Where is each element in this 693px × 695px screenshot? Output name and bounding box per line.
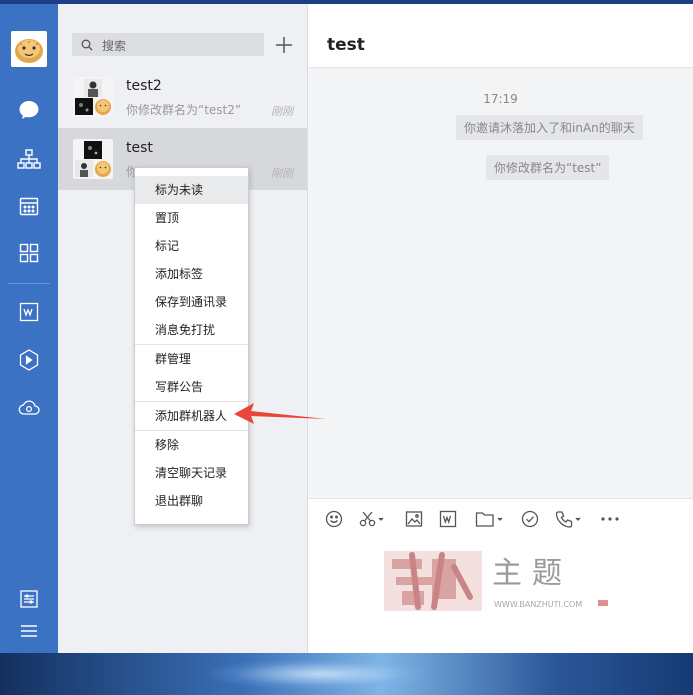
menu-item-mute[interactable]: 消息免打扰 bbox=[135, 316, 248, 344]
word-icon[interactable] bbox=[439, 509, 457, 529]
menu-item-group-manage[interactable]: 群管理 bbox=[135, 345, 248, 373]
cube-icon[interactable] bbox=[14, 345, 44, 375]
cloud-icon[interactable] bbox=[14, 393, 44, 423]
app-window: test2 你修改群名为“test2” 刚刚 test 你 刚刚 bbox=[0, 4, 693, 653]
menu-item-pin[interactable]: 置顶 bbox=[135, 204, 248, 232]
chat-header: test bbox=[308, 4, 693, 68]
apps-icon[interactable] bbox=[14, 238, 44, 268]
chat-panel: test 17:19 你邀请沐落加入了和inAn的聊天 你修改群名为“test” bbox=[308, 4, 693, 653]
desktop-wallpaper bbox=[0, 653, 693, 695]
user-avatar[interactable] bbox=[11, 31, 47, 67]
menu-item-group-notice[interactable]: 写群公告 bbox=[135, 373, 248, 401]
org-icon[interactable] bbox=[14, 144, 44, 174]
watermark-text: 主题 bbox=[492, 556, 572, 591]
folder-icon[interactable] bbox=[475, 509, 505, 529]
conversation-preview: 你修改群名为“test2” bbox=[126, 103, 242, 117]
phone-icon[interactable] bbox=[555, 509, 583, 529]
scissors-icon[interactable] bbox=[359, 509, 385, 529]
check-icon[interactable] bbox=[521, 509, 539, 529]
conversation-item[interactable]: test2 你修改群名为“test2” 刚刚 bbox=[58, 66, 307, 128]
conversation-name: test2 bbox=[126, 78, 162, 94]
chat-icon[interactable] bbox=[14, 95, 44, 125]
document-icon[interactable] bbox=[14, 297, 44, 327]
conversation-time: 刚刚 bbox=[271, 167, 293, 180]
system-message: 你修改群名为“test” bbox=[486, 155, 610, 180]
menu-icon[interactable] bbox=[14, 616, 44, 646]
menu-item-remove[interactable]: 移除 bbox=[135, 431, 248, 459]
menu-item-clear-history[interactable]: 清空聊天记录 bbox=[135, 459, 248, 487]
annotation-arrow bbox=[234, 403, 326, 424]
emoji-icon[interactable] bbox=[325, 509, 343, 529]
settings-icon[interactable] bbox=[14, 584, 44, 614]
menu-item-mark[interactable]: 标记 bbox=[135, 232, 248, 260]
more-icon[interactable] bbox=[600, 509, 620, 529]
menu-item-exit-group[interactable]: 退出群聊 bbox=[135, 487, 248, 515]
nav-rail bbox=[0, 4, 58, 653]
conversation-time: 刚刚 bbox=[271, 105, 293, 118]
search-box bbox=[72, 33, 264, 56]
calendar-icon[interactable] bbox=[14, 191, 44, 221]
message-composer[interactable]: 主题 WWW.BANZHUTI.COM bbox=[308, 498, 693, 653]
group-avatar bbox=[73, 77, 113, 117]
watermark: 主题 WWW.BANZHUTI.COM bbox=[382, 547, 614, 619]
chat-title: test bbox=[327, 35, 365, 55]
menu-item-add-tag[interactable]: 添加标签 bbox=[135, 260, 248, 288]
search-input[interactable] bbox=[100, 35, 262, 56]
group-avatar bbox=[73, 139, 113, 179]
watermark-url: WWW.BANZHUTI.COM bbox=[494, 600, 582, 609]
menu-item-mark-unread[interactable]: 标为未读 bbox=[135, 176, 248, 204]
add-icon[interactable] bbox=[274, 35, 294, 55]
system-message: 你邀请沐落加入了和inAn的聊天 bbox=[456, 115, 643, 140]
nav-divider bbox=[8, 283, 50, 284]
message-timestamp: 17:19 bbox=[483, 92, 518, 106]
search-icon bbox=[81, 39, 93, 51]
image-icon[interactable] bbox=[405, 509, 423, 529]
menu-item-save-contacts[interactable]: 保存到通讯录 bbox=[135, 288, 248, 316]
conversation-name: test bbox=[126, 140, 153, 156]
context-menu: 标为未读 置顶 标记 添加标签 保存到通讯录 消息免打扰 群管理 写群公告 添加… bbox=[134, 167, 249, 525]
